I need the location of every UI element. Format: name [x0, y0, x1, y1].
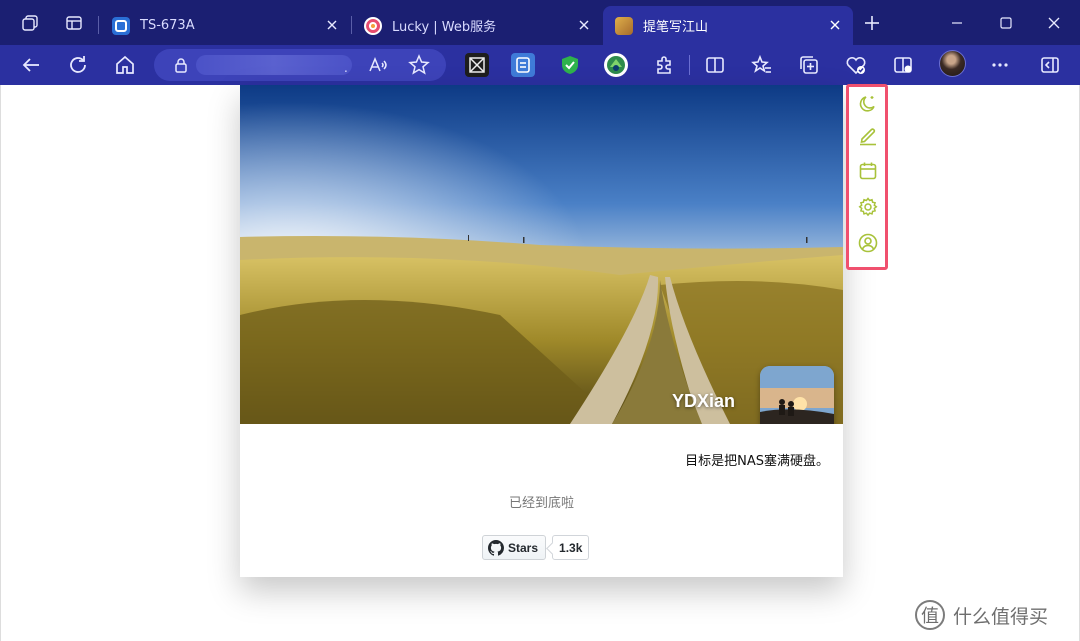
- profile-card: YDXian 目标是把NAS塞满硬盘。 已经到底啦 Stars 1.3k: [240, 85, 843, 577]
- tab-title: TS-673A: [140, 18, 195, 33]
- back-icon[interactable]: [19, 53, 43, 77]
- home-icon[interactable]: [113, 53, 137, 77]
- close-tab-icon[interactable]: [576, 17, 592, 33]
- tab-title: Lucky | Web服务: [392, 20, 497, 35]
- watermark-logo: 值: [915, 600, 945, 630]
- github-stars-widget: Stars 1.3k: [482, 535, 590, 560]
- qnap-favicon-icon: [112, 16, 130, 35]
- page-content: YDXian 目标是把NAS塞满硬盘。 已经到底啦 Stars 1.3k: [0, 85, 1080, 641]
- lucky-favicon-icon: [364, 16, 382, 35]
- github-icon: [488, 539, 504, 556]
- toolbar-separator: [689, 55, 690, 75]
- tab-title: 提笔写江山: [643, 20, 709, 35]
- close-tab-icon[interactable]: [324, 17, 340, 33]
- blurred-url: [196, 55, 352, 75]
- tab-tibixiejiangshan[interactable]: 提笔写江山: [603, 6, 853, 45]
- gear-icon[interactable]: [857, 196, 879, 218]
- close-window-icon[interactable]: [1043, 12, 1065, 34]
- github-stars-button[interactable]: Stars: [482, 535, 547, 560]
- extension-icon[interactable]: [604, 53, 628, 77]
- minimize-icon[interactable]: [946, 12, 968, 34]
- collections-icon[interactable]: [797, 53, 821, 77]
- split-screen-icon[interactable]: [703, 53, 727, 77]
- refresh-icon[interactable]: [66, 53, 90, 77]
- extension-icon[interactable]: [511, 53, 535, 77]
- tab-lucky[interactable]: Lucky | Web服务: [352, 6, 602, 45]
- tab-actions-icon[interactable]: [64, 13, 84, 33]
- hero-image: YDXian: [240, 85, 843, 424]
- floating-tool-panel: [846, 84, 888, 270]
- address-bar[interactable]: [154, 49, 446, 81]
- site-favicon-icon: [615, 16, 633, 35]
- shield-icon[interactable]: [558, 53, 582, 77]
- workspaces-icon[interactable]: [891, 53, 915, 77]
- tab-ts673a[interactable]: TS-673A: [100, 6, 350, 45]
- pencil-icon[interactable]: [857, 124, 879, 146]
- browser-window: TS-673A Lucky | Web服务 提笔写江山 . YDXian 目标是…: [0, 0, 1080, 641]
- favorites-icon[interactable]: [750, 53, 774, 77]
- user-icon[interactable]: [857, 232, 879, 254]
- profile-avatar-image[interactable]: [760, 366, 834, 424]
- github-stars-label: Stars: [508, 540, 539, 555]
- extensions-icon[interactable]: [652, 53, 676, 77]
- tab-bar: TS-673A Lucky | Web服务 提笔写江山: [0, 0, 1080, 45]
- browser-essentials-icon[interactable]: [844, 53, 868, 77]
- browser-toolbar: [0, 45, 1080, 85]
- favorite-star-icon[interactable]: [408, 54, 430, 80]
- maximize-icon[interactable]: [995, 12, 1017, 34]
- watermark-text: 什么值得买: [953, 605, 1049, 628]
- more-icon[interactable]: [988, 53, 1012, 77]
- github-stars-count[interactable]: 1.3k: [552, 535, 590, 560]
- sidebar-icon[interactable]: [1038, 53, 1062, 77]
- extension-icon[interactable]: [465, 53, 489, 77]
- calendar-icon[interactable]: [857, 160, 879, 182]
- tab-separator: [98, 16, 99, 34]
- profile-motto: 目标是把NAS塞满硬盘。: [685, 454, 829, 469]
- read-aloud-icon[interactable]: [367, 54, 389, 80]
- watermark: 值 什么值得买: [915, 600, 1048, 630]
- workspaces-icon[interactable]: [20, 13, 40, 33]
- profile-avatar[interactable]: [939, 50, 966, 77]
- new-tab-icon[interactable]: [862, 13, 882, 33]
- address-suffix: .: [344, 61, 348, 75]
- end-of-list-text: 已经到底啦: [508, 496, 574, 511]
- moon-icon[interactable]: [857, 93, 879, 115]
- landscape-illustration: [240, 85, 843, 424]
- close-tab-icon[interactable]: [827, 17, 843, 33]
- lock-icon[interactable]: [172, 56, 190, 78]
- profile-name: YDXian: [672, 391, 736, 411]
